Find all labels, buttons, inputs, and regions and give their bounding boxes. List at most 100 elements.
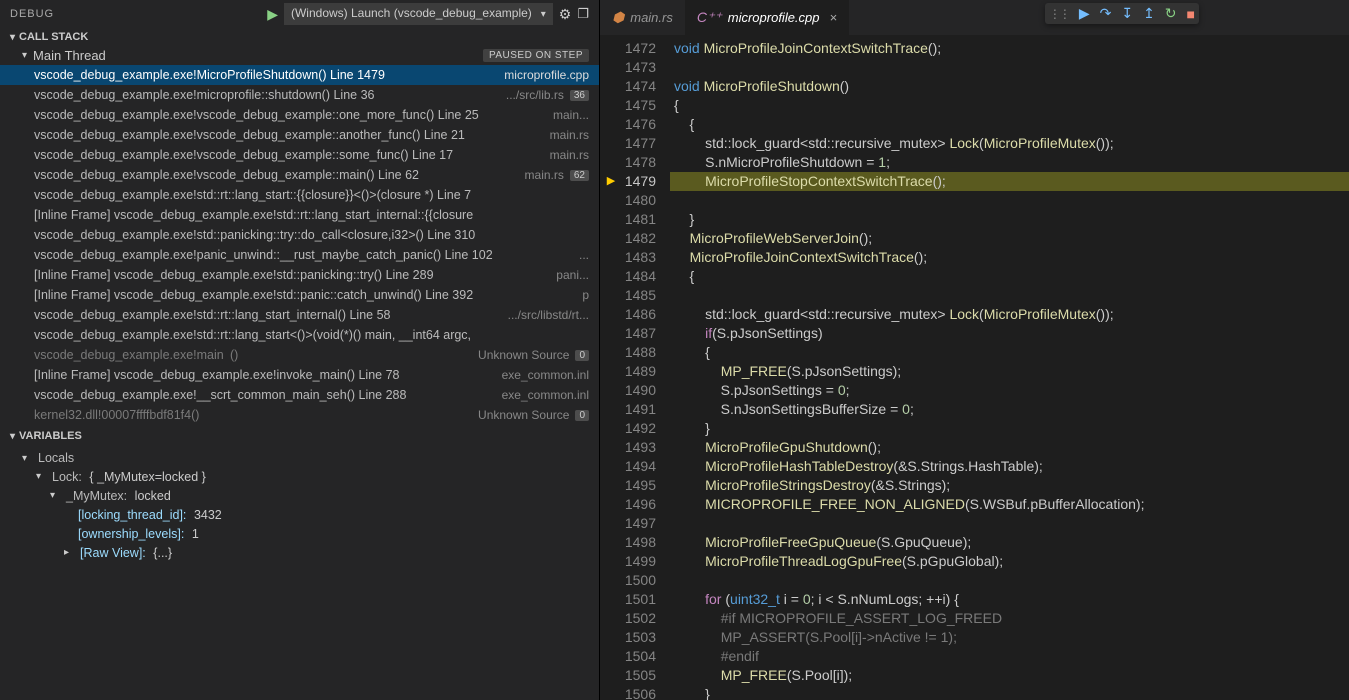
cpp-file-icon: C⁺⁺	[697, 9, 722, 26]
stack-frame[interactable]: vscode_debug_example.exe!MicroProfileShu…	[0, 65, 599, 85]
frame-source: main...	[553, 108, 589, 122]
close-icon[interactable]: ×	[830, 10, 838, 25]
code-content[interactable]: void MicroProfileJoinContextSwitchTrace(…	[670, 35, 1349, 700]
stack-frame[interactable]: vscode_debug_example.exe!std::rt::lang_s…	[0, 185, 599, 205]
step-over-button[interactable]: ↷	[1100, 5, 1112, 22]
grip-icon[interactable]: ⋮⋮	[1049, 7, 1069, 21]
frame-source: Unknown Source	[478, 348, 569, 362]
stack-frame[interactable]: [Inline Frame] vscode_debug_example.exe!…	[0, 365, 599, 385]
stack-frame[interactable]: [Inline Frame] vscode_debug_example.exe!…	[0, 205, 599, 225]
frame-line-badge: 62	[570, 170, 589, 181]
chevron-down-icon: ▾	[10, 431, 15, 442]
code-line[interactable]: std::lock_guard<std::recursive_mutex> Lo…	[670, 305, 1349, 324]
stack-frame[interactable]: vscode_debug_example.exe!panic_unwind::_…	[0, 245, 599, 265]
stack-frame[interactable]: vscode_debug_example.exe!vscode_debug_ex…	[0, 105, 599, 125]
code-line[interactable]: if(S.pJsonSettings)	[670, 324, 1349, 343]
step-out-button[interactable]: ↥	[1143, 5, 1155, 22]
code-line[interactable]: MicroProfileStopContextSwitchTrace();	[670, 172, 1349, 191]
frame-label: vscode_debug_example.exe!main ()	[34, 348, 470, 362]
stack-frame[interactable]: [Inline Frame] vscode_debug_example.exe!…	[0, 285, 599, 305]
line-number: 1501	[622, 590, 656, 609]
stack-frame[interactable]: vscode_debug_example.exe!main () Unknown …	[0, 345, 599, 365]
code-line[interactable]: MicroProfileThreadLogGpuFree(S.pGpuGloba…	[670, 552, 1349, 571]
var-locking-thread-id[interactable]: [locking_thread_id]: 3432	[0, 505, 599, 524]
variables-title: VARIABLES	[19, 430, 82, 442]
code-line[interactable]: MicroProfileJoinContextSwitchTrace();	[670, 248, 1349, 267]
code-line[interactable]: MicroProfileGpuShutdown();	[670, 438, 1349, 457]
frame-source: pani...	[556, 268, 589, 282]
stack-frame[interactable]: vscode_debug_example.exe!__scrt_common_m…	[0, 385, 599, 405]
gear-icon[interactable]: ⚙	[559, 6, 572, 23]
start-debug-button[interactable]: ▶	[267, 6, 278, 23]
frame-label: [Inline Frame] vscode_debug_example.exe!…	[34, 368, 494, 382]
code-line[interactable]	[670, 58, 1349, 77]
code-line[interactable]	[670, 286, 1349, 305]
var-raw-view[interactable]: ▸ [Raw View]: {...}	[0, 543, 599, 562]
tab-main-rs[interactable]: ⬢ main.rs	[600, 0, 685, 35]
code-line[interactable]: MicroProfileWebServerJoin();	[670, 229, 1349, 248]
stack-frame[interactable]: vscode_debug_example.exe!std::rt::lang_s…	[0, 305, 599, 325]
debug-sidebar: DEBUG ▶ (Windows) Launch (vscode_debug_e…	[0, 0, 600, 700]
code-line[interactable]: MicroProfileFreeGpuQueue(S.GpuQueue);	[670, 533, 1349, 552]
thread-row[interactable]: ▾ Main Thread PAUSED ON STEP	[0, 46, 599, 65]
callstack-title: CALL STACK	[19, 31, 88, 43]
stack-frame[interactable]: vscode_debug_example.exe!vscode_debug_ex…	[0, 165, 599, 185]
code-line[interactable]	[670, 514, 1349, 533]
stack-frame[interactable]: vscode_debug_example.exe!microprofile::s…	[0, 85, 599, 105]
code-line[interactable]: MP_ASSERT(S.Pool[i]->nActive != 1);	[670, 628, 1349, 647]
frame-label: vscode_debug_example.exe!vscode_debug_ex…	[34, 168, 517, 182]
debug-toolbar[interactable]: ⋮⋮ ▶ ↷ ↧ ↥ ↻ ■	[1045, 3, 1199, 24]
step-into-button[interactable]: ↧	[1121, 5, 1133, 22]
stack-frame[interactable]: vscode_debug_example.exe!std::panicking:…	[0, 225, 599, 245]
code-line[interactable]: void MicroProfileJoinContextSwitchTrace(…	[670, 39, 1349, 58]
var-ownership-levels[interactable]: [ownership_levels]: 1	[0, 524, 599, 543]
code-line[interactable]: {	[670, 115, 1349, 134]
variables-section-header[interactable]: ▾ VARIABLES	[0, 427, 599, 445]
debug-console-icon[interactable]: ❐	[577, 6, 589, 22]
code-line[interactable]: MicroProfileHashTableDestroy(&S.Strings.…	[670, 457, 1349, 476]
line-number: 1472	[622, 39, 656, 58]
code-line[interactable]: }	[670, 419, 1349, 438]
code-line[interactable]: S.nJsonSettingsBufferSize = 0;	[670, 400, 1349, 419]
line-number: 1498	[622, 533, 656, 552]
code-line[interactable]	[670, 191, 1349, 210]
callstack-section-header[interactable]: ▾ CALL STACK	[0, 28, 599, 46]
locals-scope[interactable]: ▾ Locals	[0, 449, 599, 467]
stop-button[interactable]: ■	[1187, 6, 1195, 22]
restart-button[interactable]: ↻	[1165, 5, 1177, 22]
code-line[interactable]: {	[670, 96, 1349, 115]
var-lock[interactable]: ▾ Lock: { _MyMutex=locked }	[0, 467, 599, 486]
var-mymutex[interactable]: ▾ _MyMutex: locked	[0, 486, 599, 505]
variables-body: ▾ Locals ▾ Lock: { _MyMutex=locked } ▾ _…	[0, 445, 599, 566]
code-line[interactable]: MP_FREE(S.pJsonSettings);	[670, 362, 1349, 381]
code-line[interactable]: for (uint32_t i = 0; i < S.nNumLogs; ++i…	[670, 590, 1349, 609]
code-line[interactable]: #endif	[670, 647, 1349, 666]
line-number: 1502	[622, 609, 656, 628]
stack-frame[interactable]: vscode_debug_example.exe!vscode_debug_ex…	[0, 145, 599, 165]
code-line[interactable]: MicroProfileStringsDestroy(&S.Strings);	[670, 476, 1349, 495]
code-line[interactable]: #if MICROPROFILE_ASSERT_LOG_FREED	[670, 609, 1349, 628]
code-line[interactable]: MP_FREE(S.Pool[i]);	[670, 666, 1349, 685]
code-line[interactable]: MICROPROFILE_FREE_NON_ALIGNED(S.WSBuf.pB…	[670, 495, 1349, 514]
line-number: 1473	[622, 58, 656, 77]
code-line[interactable]	[670, 571, 1349, 590]
code-line[interactable]: {	[670, 267, 1349, 286]
stack-frame[interactable]: kernel32.dll!00007ffffbdf81f4()Unknown S…	[0, 405, 599, 425]
stack-frame[interactable]: [Inline Frame] vscode_debug_example.exe!…	[0, 265, 599, 285]
stack-frame[interactable]: vscode_debug_example.exe!std::rt::lang_s…	[0, 325, 599, 345]
code-line[interactable]: {	[670, 343, 1349, 362]
code-line[interactable]: }	[670, 210, 1349, 229]
code-line[interactable]: void MicroProfileShutdown()	[670, 77, 1349, 96]
editor-pane: ⬢ main.rs C⁺⁺ microprofile.cpp × ⋮⋮ ▶ ↷ …	[600, 0, 1349, 700]
code-line[interactable]: S.pJsonSettings = 0;	[670, 381, 1349, 400]
code-line[interactable]: S.nMicroProfileShutdown = 1;	[670, 153, 1349, 172]
code-line[interactable]: std::lock_guard<std::recursive_mutex> Lo…	[670, 134, 1349, 153]
code-line[interactable]: }	[670, 685, 1349, 700]
debug-config-select[interactable]: (Windows) Launch (vscode_debug_example) …	[284, 3, 553, 25]
line-number: 1486	[622, 305, 656, 324]
tab-microprofile-cpp[interactable]: C⁺⁺ microprofile.cpp ×	[685, 0, 849, 35]
code-editor[interactable]: ▶ 14721473147414751476147714781479148014…	[600, 35, 1349, 700]
frame-source: main.rs	[525, 168, 564, 182]
stack-frame[interactable]: vscode_debug_example.exe!vscode_debug_ex…	[0, 125, 599, 145]
continue-button[interactable]: ▶	[1079, 5, 1090, 22]
